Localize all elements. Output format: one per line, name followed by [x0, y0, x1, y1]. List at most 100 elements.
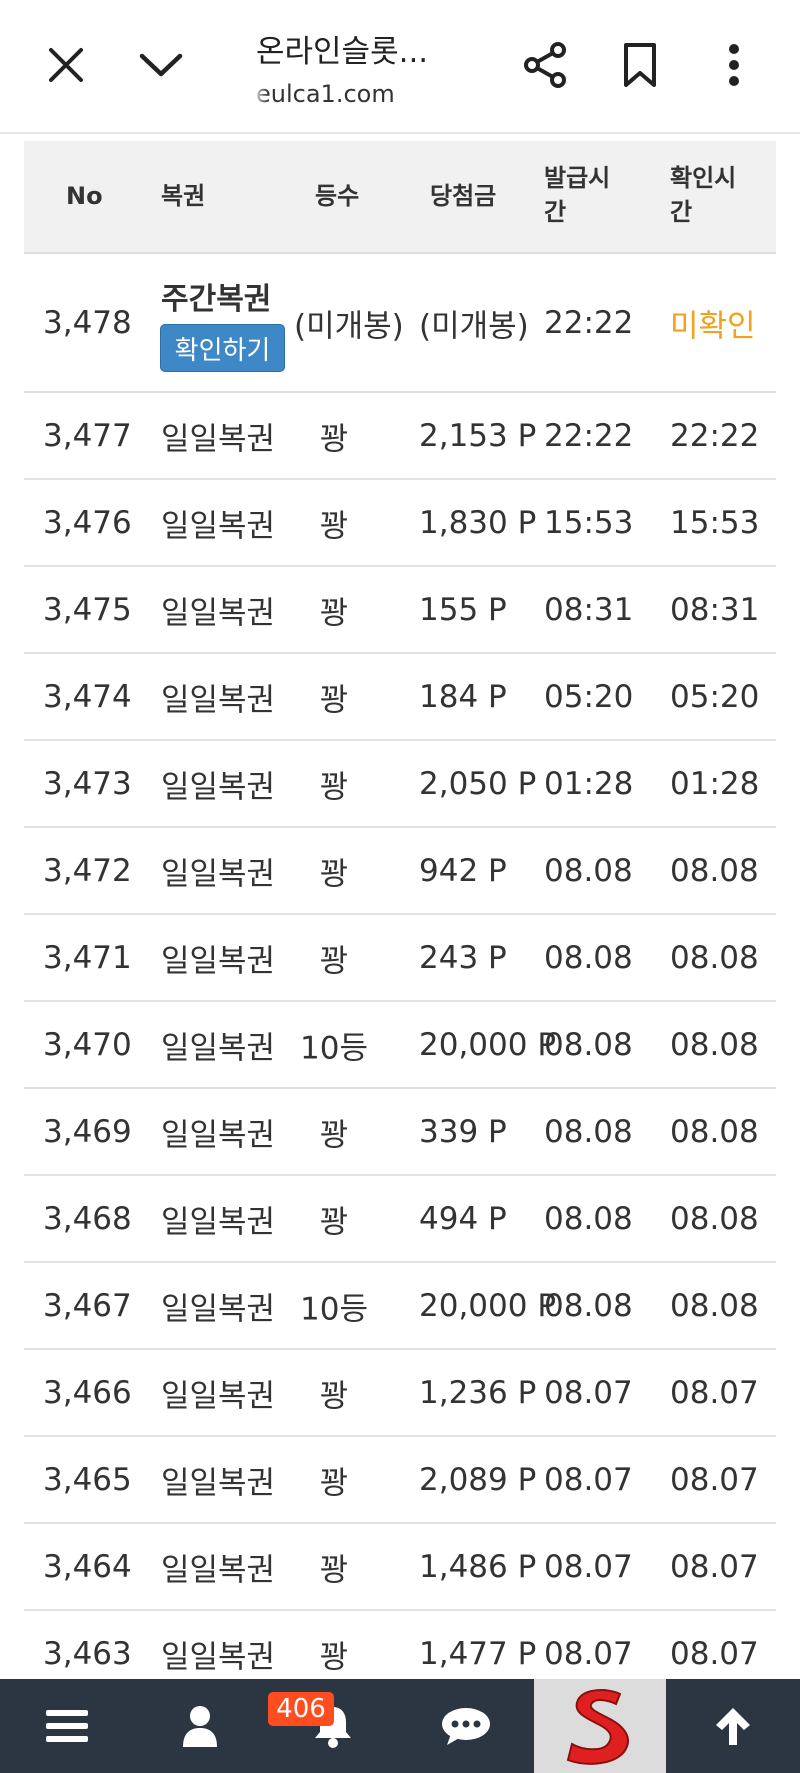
arrow-up-icon[interactable] — [686, 1679, 780, 1773]
row-type: 일일복권 — [161, 421, 276, 457]
site-logo[interactable] — [534, 1679, 666, 1773]
row-issued: 08:31 — [544, 591, 634, 628]
header-rank: 등수 — [315, 182, 360, 210]
row-no: 3,475 — [43, 591, 132, 628]
row-checked: 08.08 — [670, 1113, 759, 1150]
row-issued: 08.08 — [544, 1200, 633, 1237]
row-no: 3,465 — [43, 1461, 132, 1498]
share-icon[interactable] — [510, 30, 580, 100]
row-type: 일일복권 — [161, 1552, 276, 1588]
table-row: 3,469 일일복권 꽝 339 P 08.08 08.08 — [24, 1089, 776, 1176]
row-rank: (미개봉) — [294, 308, 404, 344]
row-type: 일일복권 — [161, 1465, 276, 1501]
table-row: 3,477 일일복권 꽝 2,153 P 22:22 22:22 — [24, 393, 776, 480]
row-issued: 08.07 — [544, 1461, 633, 1498]
row-type: 일일복권 — [161, 769, 276, 805]
notification-badge: 406 — [268, 1692, 334, 1726]
row-type: 일일복권 — [161, 682, 276, 718]
row-checked: 08.08 — [670, 939, 759, 976]
row-no: 3,471 — [43, 939, 132, 976]
row-no: 3,463 — [43, 1635, 132, 1672]
row-rank: 꽝 — [319, 682, 349, 718]
close-icon[interactable] — [31, 30, 101, 100]
row-type: 주간복권 — [161, 282, 272, 317]
row-issued: 01:28 — [544, 765, 634, 802]
row-rank: 꽝 — [319, 1378, 349, 1414]
user-icon[interactable] — [153, 1679, 247, 1773]
row-type: 일일복권 — [161, 508, 276, 544]
row-no: 3,469 — [43, 1113, 132, 1150]
row-rank: 꽝 — [319, 1552, 349, 1588]
row-issued: 08.08 — [544, 1113, 633, 1150]
row-rank: 꽝 — [319, 1465, 349, 1501]
url-fade — [252, 76, 268, 110]
row-prize: 1,486 P — [419, 1548, 537, 1585]
table-row: 3,471 일일복권 꽝 243 P 08.08 08.08 — [24, 915, 776, 1002]
row-rank: 10등 — [300, 1291, 368, 1327]
chevron-down-icon[interactable] — [126, 30, 196, 100]
row-issued: 08.08 — [544, 1287, 633, 1324]
more-vertical-icon[interactable] — [699, 30, 769, 100]
row-issued: 22:22 — [544, 417, 634, 454]
table-row: 3,475 일일복권 꽝 155 P 08:31 08:31 — [24, 567, 776, 654]
row-issued: 08.08 — [544, 852, 633, 889]
browser-toolbar: 온라인슬롯... eulca1.com — [0, 0, 800, 134]
row-prize: 20,000 P — [419, 1287, 557, 1324]
table-row: 3,474 일일복권 꽝 184 P 05:20 05:20 — [24, 654, 776, 741]
menu-icon[interactable] — [20, 1679, 114, 1773]
row-checked: 08.07 — [670, 1635, 759, 1672]
row-no: 3,464 — [43, 1548, 132, 1585]
row-no: 3,472 — [43, 852, 132, 889]
row-checked: 08.08 — [670, 1287, 759, 1324]
row-type: 일일복권 — [161, 1117, 276, 1153]
row-issued: 08.08 — [544, 1026, 633, 1063]
row-prize: 1,236 P — [419, 1374, 537, 1411]
row-no: 3,470 — [43, 1026, 132, 1063]
row-no: 3,476 — [43, 504, 132, 541]
row-prize: (미개봉) — [419, 308, 529, 344]
header-prize: 당첨금 — [430, 182, 497, 210]
row-prize: 339 P — [419, 1113, 507, 1150]
row-prize: 2,089 P — [419, 1461, 537, 1498]
row-checked-status: 미확인 — [670, 308, 756, 344]
row-prize: 494 P — [419, 1200, 507, 1237]
row-checked: 08.07 — [670, 1374, 759, 1411]
table-body: 3,477 일일복권 꽝 2,153 P 22:22 22:22 3,476 일일복권 꽝 1,8… — [24, 393, 776, 1698]
row-checked: 08.08 — [670, 852, 759, 889]
row-checked: 15:53 — [670, 504, 760, 541]
row-no: 3,467 — [43, 1287, 132, 1324]
row-type: 일일복권 — [161, 1291, 276, 1327]
row-no: 3,478 — [43, 304, 132, 341]
row-rank: 꽝 — [319, 769, 349, 805]
row-prize: 20,000 P — [419, 1026, 557, 1063]
table-row: 3,473 일일복권 꽝 2,050 P 01:28 01:28 — [24, 741, 776, 828]
row-type: 일일복권 — [161, 1204, 276, 1240]
table-row: 3,468 일일복권 꽝 494 P 08.08 08.08 — [24, 1176, 776, 1263]
row-no: 3,473 — [43, 765, 132, 802]
table-row: 3,472 일일복권 꽝 942 P 08.08 08.08 — [24, 828, 776, 915]
row-checked: 01:28 — [670, 765, 760, 802]
row-prize: 2,050 P — [419, 765, 537, 802]
header-issued-line2: 간 — [544, 198, 567, 226]
header-checked-line1: 확인시 — [670, 164, 737, 192]
header-checked: 확인시 간 — [670, 161, 736, 229]
row-checked: 08.08 — [670, 1200, 759, 1237]
row-prize: 184 P — [419, 678, 507, 715]
row-prize: 1,477 P — [419, 1635, 537, 1672]
chat-icon[interactable] — [419, 1679, 513, 1773]
table-row: 3,470 일일복권 10등 20,000 P 08.08 08.08 — [24, 1002, 776, 1089]
row-issued: 05:20 — [544, 678, 634, 715]
bookmark-icon[interactable] — [605, 30, 675, 100]
row-type: 일일복권 — [161, 1030, 276, 1066]
page-url[interactable]: eulca1.com — [256, 80, 395, 108]
row-prize: 155 P — [419, 591, 507, 628]
confirm-button[interactable]: 확인하기 — [160, 324, 285, 372]
row-issued: 08.07 — [544, 1374, 633, 1411]
row-checked: 22:22 — [670, 417, 760, 454]
row-rank: 꽝 — [319, 856, 349, 892]
row-type: 일일복권 — [161, 1639, 276, 1675]
table-row: 3,478 주간복권 확인하기 (미개봉) (미개봉) 22:22 미확인 — [24, 254, 776, 393]
row-checked: 08.07 — [670, 1548, 759, 1585]
row-rank: 꽝 — [319, 508, 349, 544]
row-issued: 08.07 — [544, 1635, 633, 1672]
